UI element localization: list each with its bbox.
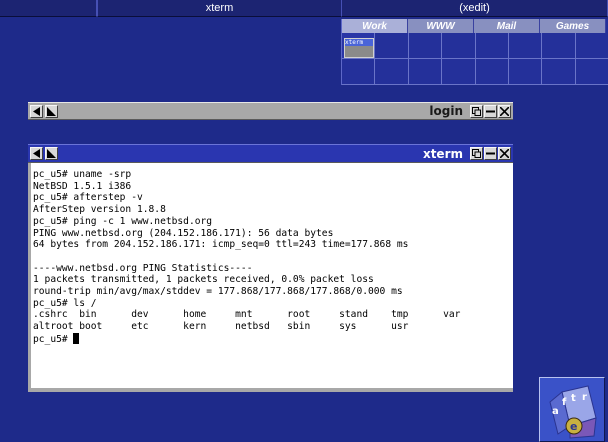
winlist-bar: xterm (xedit) — [0, 0, 608, 17]
corner-triangle-icon — [47, 106, 56, 116]
terminal-line: pc_u5# ls / — [33, 297, 97, 309]
left-arrow-icon — [32, 149, 40, 158]
afterstep-logo-icon: a f t e r — [549, 385, 597, 439]
pager-viewport[interactable] — [375, 33, 409, 59]
shade-icon — [472, 106, 481, 116]
xterm-window-bottom-border[interactable] — [28, 388, 513, 392]
shade-button[interactable] — [470, 147, 483, 160]
desktop[interactable]: xterm (xedit) Work WWW Mail Games xterm … — [0, 0, 608, 442]
pager-viewport-grid — [342, 33, 608, 85]
pager-viewport[interactable] — [475, 59, 509, 85]
terminal-line: altroot boot etc kern netbsd sbin sys us… — [33, 321, 409, 333]
terminal-line: pc_u5# ping -c 1 www.netbsd.org — [33, 215, 213, 227]
xterm-terminal[interactable]: pc_u5# uname -srp NetBSD 1.5.1 i386 pc_u… — [28, 163, 513, 388]
minimize-button[interactable] — [484, 147, 497, 160]
pager-viewport[interactable] — [442, 33, 476, 59]
wharf-afterstep-button[interactable]: a f t e r — [539, 377, 605, 442]
pager-viewport[interactable] — [375, 59, 409, 85]
pager-viewport[interactable] — [575, 59, 608, 85]
terminal-line: AfterStep version 1.8.8 — [33, 204, 166, 216]
pager-viewport[interactable] — [508, 59, 543, 85]
pager: Work WWW Mail Games xterm — [341, 19, 608, 85]
close-icon — [500, 149, 509, 158]
pager-viewport[interactable] — [575, 33, 608, 59]
logo-letter-e: e — [570, 420, 577, 433]
logo-letter-f: f — [562, 397, 567, 408]
terminal-line: NetBSD 1.5.1 i386 — [33, 180, 132, 192]
xterm-window-title: xterm — [422, 146, 463, 161]
winlist-slot-empty[interactable] — [0, 0, 97, 17]
close-icon — [500, 106, 509, 116]
window-menu-button[interactable] — [30, 104, 43, 118]
shade-icon — [472, 149, 481, 158]
terminal-line: round-trip min/avg/max/stddev = 177.868/… — [33, 286, 403, 298]
terminal-line: pc_u5# uname -srp — [33, 169, 132, 180]
terminal-line: pc_u5# afterstep -v — [33, 192, 143, 204]
pager-desk-mail[interactable]: Mail — [474, 19, 540, 33]
pager-viewport[interactable] — [342, 59, 376, 85]
pager-viewport[interactable] — [508, 33, 543, 59]
logo-letter-t: t — [571, 393, 576, 404]
pager-viewport[interactable] — [408, 33, 443, 59]
winlist-item-xedit[interactable]: (xedit) — [342, 0, 608, 17]
iconify-button[interactable] — [45, 104, 58, 118]
pager-mini-window-label: xterm — [345, 39, 373, 46]
window-menu-button[interactable] — [30, 147, 43, 160]
xterm-window-titlebar[interactable]: xterm — [28, 144, 513, 163]
login-window-title: login — [429, 104, 463, 118]
terminal-cursor — [73, 332, 80, 344]
terminal-line: ----www.netbsd.org PING Statistics---- — [33, 262, 253, 274]
pager-desk-work[interactable]: Work — [342, 19, 408, 33]
logo-letter-r: r — [582, 392, 587, 403]
iconify-button[interactable] — [45, 147, 58, 160]
close-button[interactable] — [498, 104, 511, 118]
minus-icon — [486, 152, 495, 155]
pager-viewport[interactable] — [475, 33, 509, 59]
shade-button[interactable] — [470, 104, 483, 118]
logo-letter-a: a — [552, 406, 559, 417]
login-window-titlebar[interactable]: login — [28, 102, 513, 120]
pager-viewport[interactable] — [542, 59, 576, 85]
minus-icon — [486, 110, 495, 112]
terminal-line: PING www.netbsd.org (204.152.186.171): 5… — [33, 227, 334, 239]
pager-desk-www[interactable]: WWW — [408, 19, 474, 33]
close-button[interactable] — [498, 147, 511, 160]
terminal-prompt: pc_u5# — [33, 333, 74, 345]
left-arrow-icon — [32, 106, 40, 116]
terminal-line: .cshrc bin dev home mnt root stand tmp v… — [33, 309, 461, 321]
terminal-line: 64 bytes from 204.152.186.171: icmp_seq=… — [33, 239, 409, 251]
pager-mini-window-xterm[interactable]: xterm — [344, 38, 374, 58]
pager-viewport[interactable] — [542, 33, 576, 59]
winlist-item-xterm[interactable]: xterm — [98, 0, 342, 17]
pager-desk-games[interactable]: Games — [540, 19, 606, 33]
corner-triangle-icon — [47, 149, 56, 158]
pager-viewport[interactable] — [408, 59, 443, 85]
pager-viewport[interactable] — [442, 59, 476, 85]
minimize-button[interactable] — [484, 104, 497, 118]
terminal-line: 1 packets transmitted, 1 packets receive… — [33, 274, 374, 286]
terminal-output: pc_u5# uname -srp NetBSD 1.5.1 i386 pc_u… — [31, 163, 513, 346]
pager-desk-labels: Work WWW Mail Games — [342, 19, 608, 33]
